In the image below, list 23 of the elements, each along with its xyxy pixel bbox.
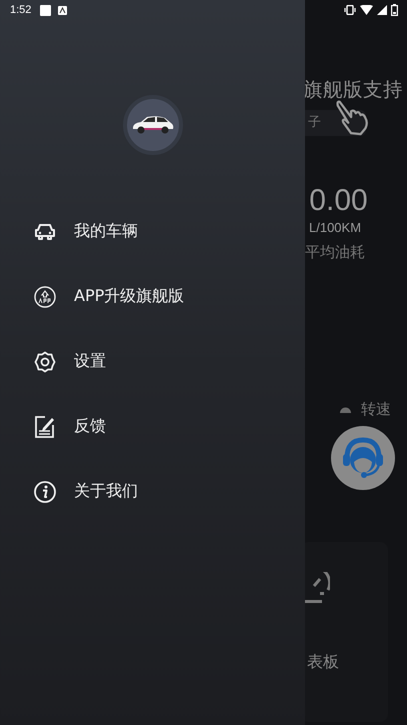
settings-icon [34,350,56,372]
status-time: 1:52 [10,4,32,16]
car-picture-icon [130,115,174,135]
fuel-label: 平均油耗 [304,243,366,262]
info-icon [34,480,56,502]
car-icon [34,222,56,240]
menu-item[interactable]: 我的车辆 [0,199,305,264]
battery-icon [391,4,398,16]
rpm-label: 转速 [361,400,391,419]
edit-note-icon [34,416,56,438]
fuel-unit: L/100KM [308,220,362,235]
menu-item[interactable]: 关于我们 [0,459,305,524]
menu-item[interactable]: 设置 [0,329,305,394]
banner-text: 旗舰版支持 [303,78,403,101]
card-label: 表板 [307,652,339,673]
menu-item[interactable]: 反馈 [0,394,305,459]
vibrate-icon [344,5,356,15]
fuel-value: 0.00 [308,184,369,218]
notification-icon [40,4,52,16]
signal-icon [377,5,387,15]
wifi-icon [360,5,373,15]
upgrade-icon [34,286,56,308]
menu-item[interactable]: APP升级旗舰版 [0,264,305,329]
